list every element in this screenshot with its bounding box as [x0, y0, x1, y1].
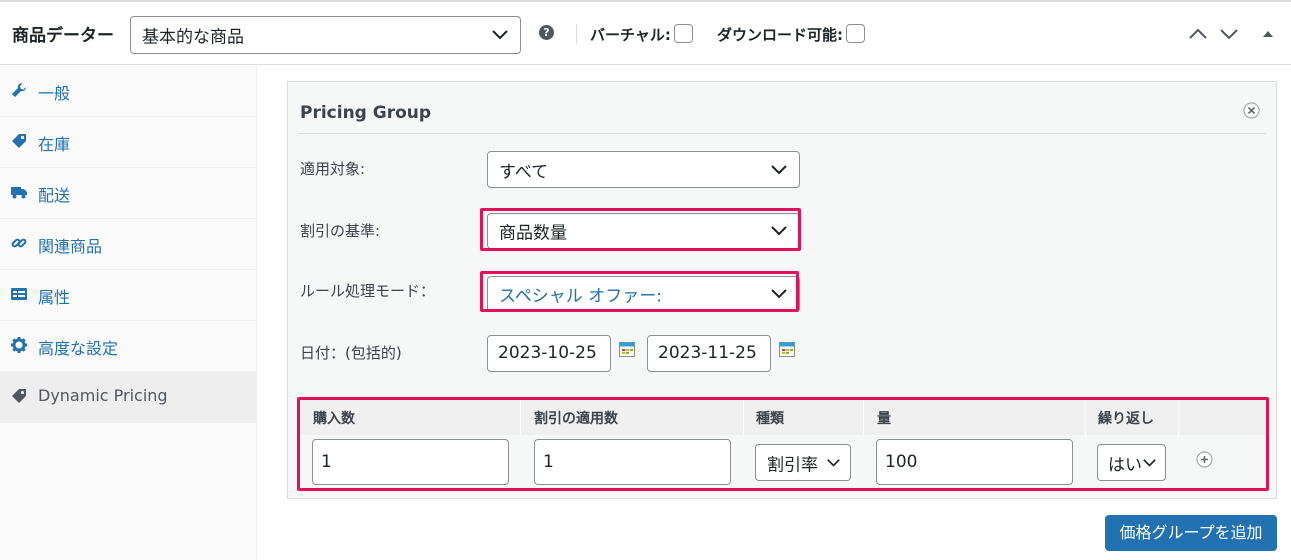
- calendar-icon[interactable]: [779, 341, 795, 357]
- date-from-input[interactable]: 2023-10-25: [487, 335, 611, 372]
- close-icon[interactable]: [1243, 102, 1260, 119]
- chevron-down-icon: [771, 226, 787, 236]
- apply-to-value: すべて: [499, 162, 549, 182]
- chevron-down-icon: [1143, 458, 1156, 467]
- sidebar-item-label: Dynamic Pricing: [38, 386, 168, 405]
- sidebar-item-linked-products[interactable]: 関連商品: [0, 219, 256, 270]
- panel-divider: [298, 133, 1266, 134]
- move-down-icon[interactable]: [1218, 26, 1240, 42]
- product-data-header: 商品データー 基本的な商品 ? バーチャル: ダウンロード可能:: [0, 2, 1291, 65]
- sidebar-item-label: 高度な設定: [38, 339, 119, 358]
- product-data-title: 商品データー: [12, 26, 114, 46]
- calendar-icon[interactable]: [619, 341, 635, 357]
- column-header-amount: 量: [877, 411, 891, 427]
- discount-basis-label: 割引の基準:: [300, 222, 381, 240]
- apply-to-label: 適用対象:: [300, 160, 366, 178]
- add-row-icon[interactable]: [1196, 451, 1213, 468]
- date-range-label: 日付：(包括的): [300, 344, 402, 362]
- column-divider: [1178, 399, 1179, 435]
- list-icon: [11, 288, 27, 300]
- pricing-group-title: Pricing Group: [300, 103, 432, 123]
- column-header-repeat: 繰り返し: [1098, 411, 1154, 427]
- column-header-purchase-qty: 購入数: [313, 411, 355, 427]
- product-type-select[interactable]: 基本的な商品: [130, 16, 521, 54]
- rule-mode-select[interactable]: スペシャル オファー:: [487, 276, 800, 312]
- sidebar-item-label: 属性: [38, 288, 71, 307]
- wrench-icon: [12, 82, 27, 97]
- apply-qty-input[interactable]: 1: [534, 439, 731, 485]
- discount-type-select[interactable]: 割引率: [755, 444, 851, 481]
- column-divider: [520, 399, 521, 435]
- sidebar-item-shipping[interactable]: 配送: [0, 168, 256, 219]
- sidebar-item-general[interactable]: 一般: [0, 66, 256, 117]
- discount-type-value: 割引率: [767, 455, 818, 475]
- column-header-type: 種類: [756, 411, 784, 427]
- sidebar-item-label: 関連商品: [38, 237, 103, 256]
- header-divider: [576, 24, 577, 44]
- product-type-value: 基本的な商品: [142, 27, 244, 48]
- tag-icon: [12, 134, 26, 148]
- column-divider: [863, 399, 864, 435]
- chevron-down-icon: [827, 458, 840, 467]
- downloadable-checkbox[interactable]: [846, 24, 865, 43]
- date-to-input[interactable]: 2023-11-25: [647, 335, 771, 372]
- gear-icon: [11, 337, 27, 353]
- rule-mode-label: ルール処理モード：: [300, 282, 436, 300]
- column-divider: [1085, 399, 1086, 435]
- add-pricing-group-button[interactable]: 価格グループを追加: [1105, 515, 1277, 551]
- apply-to-select[interactable]: すべて: [487, 151, 800, 188]
- column-divider: [743, 399, 744, 435]
- virtual-checkbox[interactable]: [674, 24, 693, 43]
- repeat-select[interactable]: はい: [1097, 444, 1166, 481]
- truck-icon: [11, 187, 27, 199]
- amount-input[interactable]: 100: [876, 439, 1073, 485]
- chevron-down-icon: [771, 289, 787, 299]
- purchase-qty-input[interactable]: 1: [312, 439, 509, 485]
- virtual-label: バーチャル:: [590, 26, 671, 44]
- discount-basis-value: 商品数量: [499, 223, 567, 244]
- rule-mode-value: スペシャル オファー:: [499, 286, 662, 307]
- sidebar-item-inventory[interactable]: 在庫: [0, 117, 256, 168]
- chevron-down-icon: [771, 164, 787, 174]
- link-icon: [11, 238, 27, 248]
- sidebar-item-label: 在庫: [38, 135, 71, 154]
- sidebar-item-label: 一般: [38, 84, 71, 103]
- sidebar-item-attributes[interactable]: 属性: [0, 270, 256, 321]
- repeat-value: はい: [1108, 455, 1142, 475]
- downloadable-label: ダウンロード可能:: [717, 26, 843, 44]
- move-up-icon[interactable]: [1187, 26, 1209, 42]
- discount-basis-select[interactable]: 商品数量: [487, 213, 800, 249]
- tag-icon: [12, 389, 26, 403]
- collapse-toggle-icon[interactable]: [1259, 26, 1277, 42]
- sidebar-item-advanced[interactable]: 高度な設定: [0, 321, 256, 372]
- product-data-tabs: 一般 在庫 配送 関連商品 属性 高度な設定 Dynamic Pricing: [0, 66, 257, 560]
- column-header-apply-qty: 割引の適用数: [534, 411, 618, 427]
- sidebar-item-dynamic-pricing[interactable]: Dynamic Pricing: [0, 372, 256, 423]
- chevron-down-icon: [492, 30, 508, 40]
- help-icon[interactable]: ?: [539, 25, 554, 40]
- sidebar-item-label: 配送: [38, 186, 71, 205]
